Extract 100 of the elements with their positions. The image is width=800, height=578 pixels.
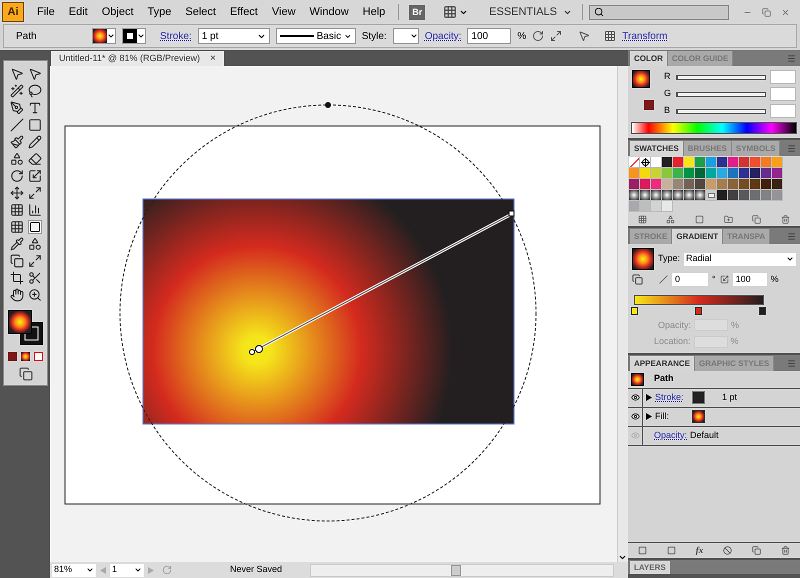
gradient-mode-button[interactable] xyxy=(21,352,30,361)
color-swatch[interactable] xyxy=(629,168,640,179)
color-swatch[interactable] xyxy=(684,168,695,179)
document-tab[interactable]: Untitled-11* @ 81% (RGB/Preview) × xyxy=(51,51,224,66)
color-swatch[interactable] xyxy=(640,179,651,190)
hand-icon[interactable] xyxy=(10,288,24,302)
page-dropdown[interactable]: 1 xyxy=(110,564,144,576)
opacity-link[interactable]: Opacity: xyxy=(654,428,688,442)
caret-icon[interactable] xyxy=(134,566,142,574)
clear-appearance-icon[interactable] xyxy=(723,546,732,555)
duplicate-icon[interactable] xyxy=(752,546,762,555)
gradient-swatch[interactable] xyxy=(640,190,651,201)
color-swatch[interactable] xyxy=(750,157,761,168)
gradient-tool-icon[interactable] xyxy=(28,220,42,234)
color-swatch[interactable] xyxy=(761,157,772,168)
channel-slider[interactable] xyxy=(676,108,766,114)
text-tool-icon[interactable] xyxy=(28,101,42,115)
menu-item[interactable]: Select xyxy=(178,4,223,20)
panel-menu-icon[interactable] xyxy=(787,144,796,153)
color-swatch[interactable] xyxy=(750,190,761,201)
panel-menu-icon[interactable] xyxy=(787,54,796,63)
channel-value-field[interactable] xyxy=(770,70,796,84)
stroke-weight-field[interactable]: 1 pt xyxy=(198,28,270,44)
color-swatch[interactable] xyxy=(684,179,695,190)
restore-icon[interactable] xyxy=(762,8,771,16)
rotate-icon[interactable] xyxy=(10,169,24,183)
registration-swatch[interactable] xyxy=(640,157,651,168)
eyedropper-icon[interactable] xyxy=(10,237,24,251)
gradient-preview[interactable] xyxy=(632,248,654,270)
caret-icon[interactable] xyxy=(410,32,418,40)
gradient-swatch[interactable] xyxy=(684,190,695,201)
close-icon[interactable] xyxy=(781,8,790,16)
delete-icon[interactable] xyxy=(781,215,790,224)
color-swatch[interactable] xyxy=(629,201,640,212)
direct-selection-arrow-icon[interactable] xyxy=(28,67,42,81)
bar-chart-icon[interactable] xyxy=(28,203,42,217)
close-tab-button[interactable]: × xyxy=(210,54,216,64)
gradient-swatch[interactable] xyxy=(651,190,662,201)
color-swatch[interactable] xyxy=(739,168,750,179)
stroke-dropdown[interactable] xyxy=(122,28,146,44)
color-swatch[interactable] xyxy=(651,179,662,190)
color-swatch[interactable] xyxy=(706,157,717,168)
color-swatch[interactable] xyxy=(772,179,783,190)
gradient-stop[interactable] xyxy=(759,306,766,314)
transform-link[interactable]: Transform xyxy=(622,28,668,44)
swatch-options-icon[interactable] xyxy=(695,215,704,224)
gradient-annotator[interactable] xyxy=(249,210,514,355)
color-swatch[interactable] xyxy=(772,157,783,168)
channel-value-field[interactable] xyxy=(770,87,796,101)
workspace-switcher[interactable]: ESSENTIALS xyxy=(485,4,576,20)
color-swatch[interactable] xyxy=(640,168,651,179)
color-swatch[interactable] xyxy=(673,168,684,179)
color-swatch[interactable] xyxy=(706,168,717,179)
gradient-stop[interactable] xyxy=(695,306,702,314)
fill-stroke-swatch[interactable] xyxy=(632,70,650,88)
stroke-swatch[interactable] xyxy=(692,391,705,404)
folder-swatch[interactable] xyxy=(706,190,717,201)
caret-icon[interactable] xyxy=(137,32,145,40)
color-swatch[interactable] xyxy=(673,157,684,168)
line-icon[interactable] xyxy=(10,118,24,132)
caret-icon[interactable] xyxy=(107,32,115,40)
color-swatch[interactable] xyxy=(728,157,739,168)
pen-icon[interactable] xyxy=(10,101,24,115)
visibility-eye-icon[interactable] xyxy=(630,393,640,402)
lasso-icon[interactable] xyxy=(28,84,42,98)
color-swatch[interactable] xyxy=(717,168,728,179)
color-spectrum[interactable] xyxy=(631,122,797,134)
channel-value-field[interactable] xyxy=(770,104,796,118)
caret-icon[interactable] xyxy=(618,553,627,562)
color-swatch[interactable] xyxy=(651,201,662,212)
visibility-eye-icon[interactable] xyxy=(630,412,640,421)
color-mode-button[interactable] xyxy=(8,352,17,361)
none-mode-button[interactable] xyxy=(34,352,43,361)
color-swatch[interactable] xyxy=(728,168,739,179)
panel-tab[interactable]: LAYERS xyxy=(630,561,670,574)
delete-icon[interactable] xyxy=(780,546,790,555)
gradient-handle[interactable] xyxy=(325,102,331,108)
effects-button[interactable]: fx xyxy=(696,546,704,555)
panel-menu-icon[interactable] xyxy=(787,232,796,241)
caret-icon[interactable] xyxy=(86,566,94,574)
zoom-dropdown[interactable]: 81% xyxy=(52,564,96,576)
new-folder-icon[interactable] xyxy=(724,215,733,224)
color-swatch[interactable] xyxy=(717,179,728,190)
rectangle-icon[interactable] xyxy=(28,118,42,132)
menu-item[interactable]: File xyxy=(30,4,62,20)
color-swatch[interactable] xyxy=(750,179,761,190)
expand-triangle-icon[interactable] xyxy=(646,413,652,420)
out-of-gamut-swatch[interactable] xyxy=(644,100,654,110)
color-swatch[interactable] xyxy=(662,179,673,190)
color-swatch[interactable] xyxy=(695,179,706,190)
selection-arrow-icon[interactable] xyxy=(10,67,24,81)
pencil-icon[interactable] xyxy=(28,135,42,149)
panel-tab[interactable]: COLOR xyxy=(630,51,668,66)
color-swatch[interactable] xyxy=(739,157,750,168)
panel-tab[interactable]: SWATCHES xyxy=(630,141,684,156)
fill-swatch[interactable] xyxy=(692,410,705,423)
menu-item[interactable]: View xyxy=(264,4,303,20)
opacity-field[interactable]: 100 xyxy=(467,28,512,44)
color-swatch[interactable] xyxy=(772,168,783,179)
menu-item[interactable]: Edit xyxy=(62,4,95,20)
